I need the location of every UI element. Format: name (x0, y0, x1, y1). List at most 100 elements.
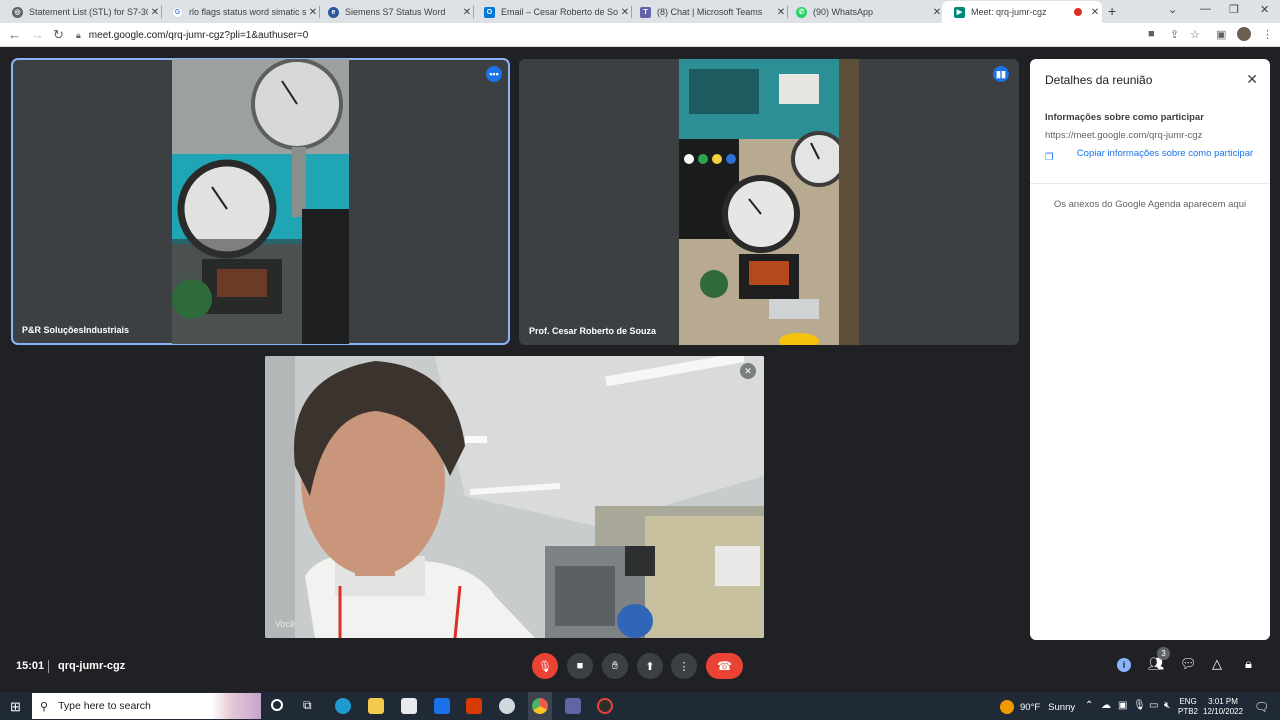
lock-icon: 🔒︎ (76, 29, 81, 40)
maximize-icon[interactable]: ❐ (1229, 3, 1239, 16)
hand-icon: ✋︎ (611, 659, 619, 672)
tab-title: rlo flags status word simatic st (189, 7, 306, 17)
meeting-code: qrq-jumr-cgz (58, 660, 126, 672)
mail-icon[interactable] (434, 698, 450, 714)
participant-tile-pr[interactable]: P&R SoluçõesIndustriais ••• (11, 58, 510, 345)
tab-teams[interactable]: T (8) Chat | Microsoft Teams ✕ (628, 1, 788, 23)
clock-date: 12/10/2022 (1203, 707, 1244, 716)
menu-icon[interactable]: ⋮ (1262, 28, 1273, 41)
phone-hangup-icon: ☎︎ (717, 659, 732, 673)
tab-whatsapp[interactable]: ✆ (90) WhatsApp ✕ (784, 1, 944, 23)
panel-title: Detalhes da reunião (1045, 73, 1153, 87)
url-text: meet.google.com/qrq-jumr-cgz?pli=1&authu… (88, 29, 309, 41)
weather-text: Sunny (1048, 701, 1076, 713)
globe-icon: ◎ (12, 6, 23, 18)
tab-title: Email – Cesar Roberto de Souza (501, 7, 618, 17)
battery-icon[interactable]: ▭ (1149, 700, 1158, 711)
calendar-attachments-note: Os anexos do Google Agenda aparecem aqui (1053, 199, 1247, 210)
sun-icon (1000, 700, 1014, 714)
window-close-icon[interactable]: ✕ (1260, 3, 1269, 16)
chat-icon[interactable]: 💬︎ (1180, 656, 1197, 672)
outlook-icon: O (484, 6, 495, 18)
reload-icon[interactable]: ↻ (53, 27, 64, 43)
office-icon[interactable] (466, 698, 482, 714)
whatsapp-icon: ✆ (796, 6, 807, 18)
video-feed (265, 356, 764, 638)
meeting-link[interactable]: https://meet.google.com/qrq-jumr-cgz (1045, 130, 1202, 141)
google-icon: G (172, 6, 183, 18)
teams-icon[interactable] (565, 698, 581, 714)
close-panel-icon[interactable]: ✕ (1246, 71, 1258, 88)
present-button[interactable]: ⬆ (637, 653, 663, 679)
control-bar: 15:01 qrq-jumr-cgz 🎙︎ ■ ✋︎ ⬆ ⋮ ☎︎ i 👥︎ 3… (0, 643, 1280, 693)
url-field[interactable]: 🔒︎ meet.google.com/qrq-jumr-cgz?pli=1&au… (76, 26, 1136, 44)
edge-icon[interactable] (335, 698, 351, 714)
system-clock[interactable]: 3:01 PM 12/10/2022 (1203, 697, 1243, 717)
tab-email[interactable]: O Email – Cesar Roberto de Souza ✕ (472, 1, 632, 23)
chevron-up-icon[interactable]: ⌃ (1085, 700, 1093, 711)
weather-widget[interactable]: 90°F Sunny (1000, 700, 1075, 714)
avatar[interactable] (1237, 27, 1251, 41)
meet-tray-icon[interactable]: ▣ (1118, 700, 1127, 711)
tab-title: (8) Chat | Microsoft Teams (657, 7, 763, 17)
meet-icon: ▶ (954, 6, 965, 18)
activities-icon[interactable]: △ (1212, 656, 1222, 672)
more-options-icon[interactable]: ••• (486, 66, 502, 82)
file-explorer-icon[interactable] (368, 698, 384, 714)
forward-icon[interactable]: → (31, 27, 44, 42)
mic-off-icon: ✕ (740, 363, 756, 379)
tab-title: Meet: qrq-jumr-cgz (971, 7, 1047, 17)
back-icon[interactable]: ← (8, 27, 21, 42)
store-icon[interactable] (401, 698, 417, 714)
sidepanel-icon[interactable]: ▣ (1216, 28, 1226, 41)
meeting-details-panel: Detalhes da reunião ✕ Informações sobre … (1030, 59, 1270, 640)
taskbar-search[interactable]: ⚲ Type here to search (32, 693, 261, 719)
copy-label: Copiar informações sobre como participar (1076, 148, 1254, 159)
cloud-icon[interactable]: ☁ (1101, 700, 1111, 711)
lang-top: ENG (1179, 697, 1197, 706)
tab-search-icon[interactable]: ⌄ (1168, 3, 1177, 16)
participant-tile-cesar[interactable]: Prof. Cesar Roberto de Souza ▮▮ (519, 59, 1019, 345)
tab-siemens-status-word[interactable]: e Siemens S7 Status Word ✕ (316, 1, 474, 23)
more-options-button[interactable]: ⋮ (671, 653, 697, 679)
recorder-icon[interactable] (597, 698, 613, 714)
cortana-icon[interactable] (271, 699, 283, 711)
chrome-icon[interactable] (528, 692, 552, 720)
language-indicator[interactable]: ENG PTB2 (1178, 697, 1198, 717)
tab-rlo-flags[interactable]: G rlo flags status word simatic st ✕ (160, 1, 320, 23)
tab-meet[interactable]: ▶ Meet: qrq-jumr-cgz ✕ (942, 1, 1102, 23)
new-tab-button[interactable]: + (1108, 3, 1116, 19)
tab-stl[interactable]: ◎ Statement List (STL) for S7-300 a ✕ (0, 1, 162, 23)
windows-start-icon[interactable]: ⊞ (10, 699, 21, 715)
minimize-icon[interactable]: — (1200, 3, 1211, 15)
join-info-heading: Informações sobre como participar (1045, 112, 1204, 123)
volume-mute-icon[interactable]: 🔇︎ (1164, 700, 1170, 711)
notifications-icon[interactable]: 🗨︎ (1254, 700, 1269, 714)
more-vert-icon: ⋮ (678, 660, 690, 673)
copy-join-info-button[interactable]: ❐ Copiar informações sobre como particip… (1045, 148, 1255, 163)
camera-icon: ■ (576, 660, 584, 672)
edge-icon: e (328, 6, 339, 18)
share-icon[interactable]: ⇪ (1170, 28, 1179, 41)
host-controls-icon[interactable]: 🔒︎ (1245, 656, 1252, 672)
teams-icon: T (640, 6, 651, 18)
raise-hand-button[interactable]: ✋︎ (602, 653, 628, 679)
app-icon[interactable] (499, 698, 515, 714)
camera-toggle-button[interactable]: ■ (567, 653, 593, 679)
search-placeholder: Type here to search (58, 700, 151, 712)
meet-stage: P&R SoluçõesIndustriais ••• Prof. Cesar … (0, 47, 1280, 692)
recording-dot-icon (1074, 8, 1082, 16)
task-view-icon[interactable]: ⧉ (303, 698, 312, 713)
bookmark-star-icon[interactable]: ☆ (1190, 28, 1200, 41)
mic-icon[interactable]: 🎙︎ (1133, 700, 1146, 711)
divider (1030, 183, 1270, 184)
meeting-details-icon[interactable]: i (1117, 656, 1131, 672)
end-call-button[interactable]: ☎︎ (706, 653, 743, 679)
mic-toggle-button[interactable]: 🎙︎ (532, 653, 558, 679)
participant-tile-self[interactable]: Você ✕ (265, 356, 764, 638)
clock-time: 3:01 PM (1208, 697, 1238, 706)
close-icon[interactable]: ✕ (1088, 7, 1102, 18)
search-highlight-image (211, 693, 261, 719)
camera-icon[interactable]: ■ (1148, 28, 1155, 40)
tab-title: (90) WhatsApp (813, 7, 874, 17)
